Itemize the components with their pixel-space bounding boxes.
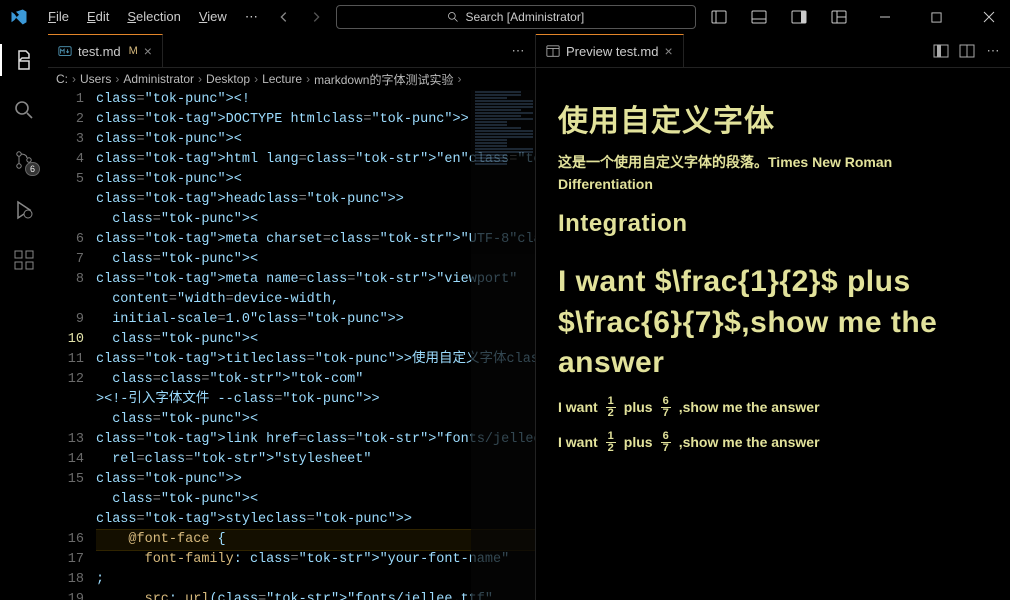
preview-h1: 使用自定义字体: [558, 96, 988, 140]
fraction: 67: [661, 431, 671, 454]
activity-extensions-icon[interactable]: [0, 240, 48, 280]
vscode-logo-icon: [10, 8, 28, 26]
crumb[interactable]: markdown的字体测试实验: [314, 71, 453, 88]
search-icon: [447, 11, 459, 23]
layout-panel-right-icon[interactable]: [782, 2, 816, 32]
menu-selection[interactable]: Selection: [119, 5, 188, 29]
fraction: 12: [606, 396, 616, 419]
window-minimize-icon[interactable]: [862, 2, 908, 32]
menubar: File Edit Selection View ⋯: [40, 5, 266, 29]
crumb[interactable]: Users: [80, 72, 111, 86]
activity-debug-icon[interactable]: [0, 190, 48, 230]
crumb[interactable]: Administrator: [123, 72, 194, 86]
tab-close-icon[interactable]: ×: [664, 43, 672, 59]
preview-h2: Integration: [558, 210, 988, 238]
code-editor[interactable]: 12345678910111213141516171819 class="tok…: [48, 90, 535, 600]
tab-preview-test-md[interactable]: Preview test.md ×: [536, 34, 684, 67]
window-close-icon[interactable]: [966, 2, 1010, 32]
menu-more[interactable]: ⋯: [237, 5, 266, 29]
activity-scm-icon[interactable]: 6: [0, 140, 48, 180]
crumb[interactable]: C:: [56, 72, 68, 86]
tab-actions-right: ⋯: [924, 34, 1010, 67]
menu-view[interactable]: View: [191, 5, 235, 29]
scm-badge: 6: [25, 162, 40, 176]
preview-h1-formula: I want $\frac{1}{2}$ plus $\frac{6}{7}$,…: [558, 262, 988, 384]
title-center: Search [Administrator]: [272, 5, 696, 29]
titlebar-right: [702, 2, 1010, 32]
preview-math-line: I want 12 plus 67 ,show me the answer: [558, 396, 988, 419]
tab-label: test.md: [78, 44, 121, 59]
editor-pane-code: test.md M × ⋯ C:› Users› Administrator› …: [48, 34, 536, 600]
code-content[interactable]: class="tok-punc"><!class="tok-tag">DOCTY…: [96, 90, 535, 600]
activity-explorer-icon[interactable]: [0, 40, 48, 80]
crumb[interactable]: Desktop: [206, 72, 250, 86]
line-number-gutter: 12345678910111213141516171819: [48, 90, 96, 600]
command-center-search[interactable]: Search [Administrator]: [336, 5, 696, 29]
minimap[interactable]: [471, 90, 535, 600]
titlebar: File Edit Selection View ⋯ Search [Admin…: [0, 0, 1010, 34]
markdown-file-icon: [58, 44, 72, 58]
preview-math-line: I want 12 plus 67 ,show me the answer: [558, 431, 988, 454]
nav-back-icon[interactable]: [272, 5, 296, 29]
nav-forward-icon[interactable]: [304, 5, 328, 29]
layout-panel-bottom-icon[interactable]: [742, 2, 776, 32]
menu-file[interactable]: File: [40, 5, 77, 29]
layout-panel-left-icon[interactable]: [702, 2, 736, 32]
split-editor-icon[interactable]: [930, 40, 952, 62]
search-placeholder: Search [Administrator]: [465, 10, 584, 24]
editor-group: test.md M × ⋯ C:› Users› Administrator› …: [48, 34, 1010, 600]
fraction: 12: [606, 431, 616, 454]
markdown-preview: 使用自定义字体 这是一个使用自定义字体的段落。Times New Roman D…: [536, 68, 1010, 600]
tab-bar-left: test.md M × ⋯: [48, 34, 535, 68]
fraction: 67: [661, 396, 671, 419]
tab-actions-left: ⋯: [501, 34, 535, 67]
preview-icon: [546, 44, 560, 58]
breadcrumb[interactable]: C:› Users› Administrator› Desktop› Lectu…: [48, 68, 535, 90]
customize-layout-icon[interactable]: [822, 2, 856, 32]
main-area: 6 test.md M × ⋯: [0, 34, 1010, 600]
preview-paragraph: 这是一个使用自定义字体的段落。Times New Roman Different…: [558, 152, 988, 192]
tab-close-icon[interactable]: ×: [144, 43, 152, 59]
split-editor-right-icon[interactable]: [956, 40, 978, 62]
menu-edit[interactable]: Edit: [79, 5, 117, 29]
tab-modified-indicator: M: [127, 45, 138, 57]
window-maximize-icon[interactable]: [914, 2, 960, 32]
tab-test-md[interactable]: test.md M ×: [48, 34, 163, 67]
more-actions-icon[interactable]: ⋯: [982, 40, 1004, 62]
tab-label: Preview test.md: [566, 44, 658, 59]
editor-pane-preview: Preview test.md × ⋯ 使用自定义字体 这是一个: [536, 34, 1010, 600]
activity-bar: 6: [0, 34, 48, 600]
activity-search-icon[interactable]: [0, 90, 48, 130]
crumb[interactable]: Lecture: [262, 72, 302, 86]
more-actions-icon[interactable]: ⋯: [507, 40, 529, 62]
tab-bar-right: Preview test.md × ⋯: [536, 34, 1010, 68]
